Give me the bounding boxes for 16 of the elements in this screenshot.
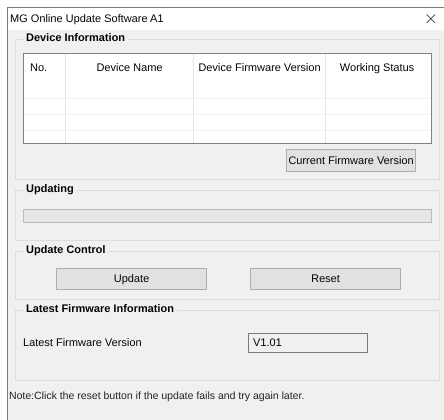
group-title: Latest Firmware Information [23,303,177,315]
column-header: Working Status [338,61,416,76]
column-header: Device Name [66,54,194,83]
note-text: Note:Click the reset button if the update fails and try again later. [9,390,306,402]
group-title: Updating [23,183,77,195]
column-header: Device Firmware Version [194,54,326,83]
update-button[interactable]: Update [56,268,207,290]
group-title: Update Control [23,244,108,256]
group-title: Device Information [23,32,128,44]
version-field[interactable]: V1.01 [248,333,368,353]
close-button[interactable]: × [418,10,444,28]
window-title: MG Online Update Software A1 [10,13,164,25]
column-header: No. [24,54,66,83]
reset-button[interactable]: Reset [250,268,401,290]
field-label: Latest Firmware Version [23,337,143,349]
current-firmware-button[interactable]: Current Firmware Version [286,149,416,172]
